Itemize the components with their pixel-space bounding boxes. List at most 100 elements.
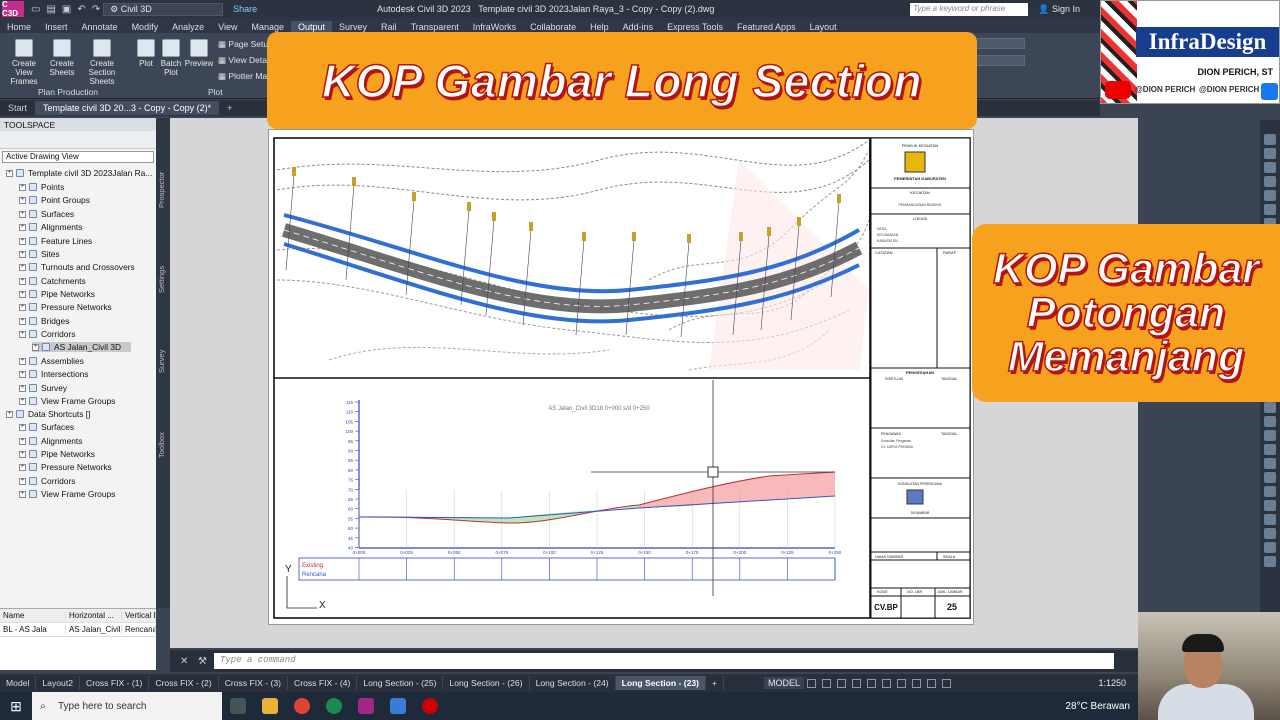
- otrack-icon[interactable]: [882, 678, 892, 688]
- expand-icon[interactable]: +: [19, 263, 26, 271]
- expand-icon[interactable]: +: [19, 477, 26, 485]
- workspace-select[interactable]: ⚙ Civil 3D: [103, 2, 224, 16]
- expand-icon[interactable]: +: [19, 490, 26, 498]
- mail-icon[interactable]: [390, 698, 406, 714]
- annotation-icon[interactable]: [942, 678, 952, 688]
- tree-item[interactable]: + Corridors: [19, 476, 75, 486]
- layout-tab[interactable]: Long Section - (23): [615, 676, 706, 690]
- nav-tool-icon[interactable]: [1264, 204, 1276, 215]
- side-tab[interactable]: Survey: [157, 350, 166, 373]
- side-tab[interactable]: Prospector: [157, 172, 166, 208]
- side-tab[interactable]: Toolbox: [157, 432, 166, 458]
- tree-item[interactable]: + Pipe Networks: [19, 449, 95, 459]
- batch-plot-button[interactable]: Batch Plot: [158, 39, 184, 77]
- polar-icon[interactable]: [852, 678, 862, 688]
- weather-widget[interactable]: 28°C Berawan: [1065, 701, 1130, 712]
- tree-item[interactable]: + Assemblies: [19, 356, 84, 366]
- sign-in-button[interactable]: 👤 Sign In: [1038, 4, 1080, 15]
- expand-icon[interactable]: +: [19, 397, 26, 405]
- chrome-profile-icon[interactable]: [326, 698, 342, 714]
- save-icon[interactable]: ▣: [62, 4, 71, 15]
- ribbon-tab-home[interactable]: Home: [0, 21, 38, 33]
- tree-item[interactable]: + Catchments: [19, 276, 86, 286]
- nav-tool-icon[interactable]: [1264, 458, 1276, 469]
- nav-tool-icon[interactable]: [1264, 528, 1276, 539]
- ribbon-tab-analyze[interactable]: Analyze: [165, 21, 211, 33]
- create-section-sheets-button[interactable]: Create Section Sheets: [78, 39, 126, 86]
- layout-tab[interactable]: Long Section - (25): [357, 676, 444, 690]
- expand-icon[interactable]: +: [19, 303, 26, 311]
- expand-icon[interactable]: +: [19, 450, 26, 458]
- layout-tab[interactable]: Cross FIX - (3): [219, 676, 289, 690]
- nav-tool-icon[interactable]: [1264, 514, 1276, 525]
- nav-tool-icon[interactable]: [1264, 556, 1276, 567]
- expand-icon[interactable]: +: [19, 210, 26, 218]
- layout-tab[interactable]: Cross FIX - (1): [80, 676, 150, 690]
- open-icon[interactable]: ▤: [46, 4, 55, 15]
- tree-item[interactable]: + Alignments: [19, 222, 82, 232]
- nav-tool-icon[interactable]: [1264, 542, 1276, 553]
- ribbon-tab-annotate[interactable]: Annotate: [75, 21, 125, 33]
- nav-tool-icon[interactable]: [1264, 176, 1276, 187]
- share-button[interactable]: Share: [233, 4, 257, 14]
- create-view-frames-button[interactable]: Create View Frames: [4, 39, 44, 86]
- ribbon-tab-insert[interactable]: Insert: [38, 21, 75, 33]
- snap-icon[interactable]: [822, 678, 832, 688]
- nav-tool-icon[interactable]: [1264, 402, 1276, 413]
- tree-item[interactable]: + Corridors: [19, 329, 75, 339]
- layout-tab[interactable]: Long Section - (24): [530, 676, 616, 690]
- tree-item[interactable]: + Alignments: [19, 436, 82, 446]
- layout-tab[interactable]: Cross FIX - (2): [149, 676, 219, 690]
- tree-item[interactable]: + Data Shortcuts []: [6, 409, 90, 419]
- create-sheets-button[interactable]: Create Sheets: [46, 39, 78, 77]
- tree-item[interactable]: + View Frame Groups: [19, 489, 115, 499]
- side-tab[interactable]: Settings: [157, 266, 166, 293]
- expand-icon[interactable]: +: [19, 463, 26, 471]
- tree-item[interactable]: + Intersections: [19, 369, 88, 379]
- ribbon-tab-view[interactable]: View: [211, 21, 244, 33]
- expand-icon[interactable]: +: [19, 290, 26, 298]
- add-layout-plus-icon[interactable]: +: [706, 676, 725, 690]
- windows-start-icon[interactable]: ⊞: [0, 692, 32, 720]
- expand-icon[interactable]: +: [19, 437, 26, 445]
- nav-tool-icon[interactable]: [1264, 500, 1276, 511]
- tree-item[interactable]: + Surfaces: [19, 422, 74, 432]
- nav-tool-icon[interactable]: [1264, 472, 1276, 483]
- chrome-icon[interactable]: [294, 698, 310, 714]
- ribbon-tab-modify[interactable]: Modify: [125, 21, 166, 33]
- nav-tool-icon[interactable]: [1264, 134, 1276, 145]
- task-view-icon[interactable]: [230, 698, 246, 714]
- expand-icon[interactable]: +: [19, 250, 26, 258]
- grid-icon[interactable]: [807, 678, 817, 688]
- search-input[interactable]: Type a keyword or phrase: [910, 2, 1029, 16]
- new-tab-plus-icon[interactable]: +: [219, 101, 240, 115]
- ortho-icon[interactable]: [837, 678, 847, 688]
- doc-tab-template[interactable]: Template civil 3D 20...3 - Copy - Copy (…: [35, 101, 220, 115]
- tree-item[interactable]: + Bridges: [19, 316, 69, 326]
- preview-button[interactable]: Preview: [184, 39, 214, 68]
- selection-icon[interactable]: [927, 678, 937, 688]
- undo-icon[interactable]: ↶: [77, 4, 85, 15]
- expand-icon[interactable]: +: [19, 223, 26, 231]
- layout-tab[interactable]: Long Section - (26): [443, 676, 530, 690]
- model-space-toggle[interactable]: MODEL: [764, 677, 805, 689]
- view-select[interactable]: Active Drawing View: [2, 151, 154, 163]
- tree-item[interactable]: + AS Jalan_Civil 3D: [32, 342, 132, 352]
- expand-icon[interactable]: +: [19, 277, 26, 285]
- tree-item[interactable]: + Feature Lines: [19, 236, 92, 246]
- layout-sheet[interactable]: AS Jalan_Civil 3D18 0+000 s/d 0+250 115 1…: [268, 129, 974, 625]
- tree-item[interactable]: + Point Groups: [19, 195, 90, 205]
- nav-tool-icon[interactable]: [1264, 162, 1276, 173]
- osnap-icon[interactable]: [867, 678, 877, 688]
- tree-item[interactable]: + Pressure Networks: [19, 302, 112, 312]
- tree-item[interactable]: + Pipe Networks: [19, 289, 95, 299]
- layout-tab[interactable]: Layout2: [36, 676, 80, 690]
- tree-item[interactable]: + Turnouts and Crossovers: [19, 262, 135, 272]
- view-details-button[interactable]: ▦ View Deta: [218, 55, 267, 66]
- close-icon[interactable]: ✕: [180, 656, 188, 667]
- expand-icon[interactable]: +: [19, 183, 26, 191]
- expand-icon[interactable]: +: [19, 370, 26, 378]
- doc-tab-start[interactable]: Start: [0, 101, 35, 115]
- tree-item[interactable]: + Template civil 3D 2023Jalan Ra...: [6, 168, 152, 178]
- expand-icon[interactable]: +: [6, 169, 13, 177]
